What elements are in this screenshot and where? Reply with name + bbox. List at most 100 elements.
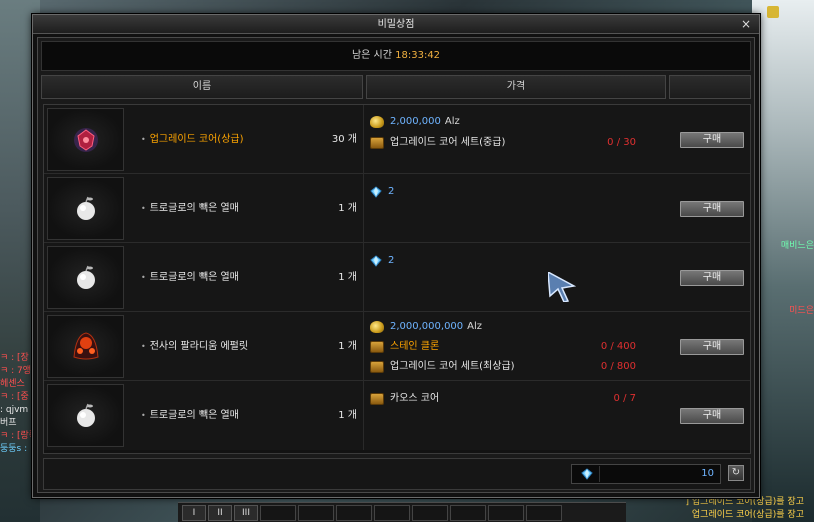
item-name-cell: 트로글로의 빽은 열매 1 개 [128, 243, 364, 312]
price-line: 카오스 코어 [370, 392, 439, 406]
price-line: 2 [370, 254, 394, 268]
material-count: 0 / 800 [600, 361, 636, 372]
buy-button[interactable]: 구매 [680, 270, 744, 286]
item-list: 업그레이드 코어(상급) 30 개 2,000,000Alz 업그레이드 코어 세트(… [43, 104, 751, 454]
hotbar-slot[interactable] [298, 505, 334, 521]
item-quantity: 1 개 [338, 341, 357, 352]
hotbar-slot[interactable] [260, 505, 296, 521]
shop-footer: 10 ↻ [43, 458, 751, 490]
shop-item-row[interactable]: 트로글로의 빽은 열매 1 개 카오스 코어 0 / 7 구매 [44, 381, 750, 450]
item-name-cell: 전사의 팔라디움 에펄릿 1 개 [128, 312, 364, 381]
hotbar-slot[interactable] [412, 505, 448, 521]
shop-item-row[interactable]: 트로글로의 빽은 열매 1 개 2 구매 [44, 174, 750, 243]
buy-button[interactable]: 구매 [680, 132, 744, 148]
system-messages: ] 업그레이드 코어(상급)를 장고 업그레이드 코어(상급)를 장고 [656, 496, 804, 522]
item-name-cell: 업그레이드 코어(상급) 30 개 [128, 105, 364, 174]
chat-line: 매비느은 [780, 241, 814, 251]
item-price-cell: 2,000,000,000 Alz 스테인 클론 0 / 400 업그레이드 코어 세트… [366, 312, 666, 381]
currency-display: 10 [571, 464, 721, 484]
chat-line: 헤센스 [0, 379, 25, 389]
chat-line [754, 266, 814, 279]
material-name: 스테인 클론 [390, 341, 440, 352]
lock-icon[interactable] [767, 6, 779, 18]
chat-log-right: 매비느은미드은 [754, 240, 814, 318]
hotbar-slot[interactable] [450, 505, 486, 521]
chat-line: 미드은 [789, 306, 814, 316]
item-name-cell: 트로글로의 빽은 열매 1 개 [128, 174, 364, 243]
alz-coin-icon [370, 321, 384, 333]
hotbar-slot[interactable] [336, 505, 372, 521]
item-price-cell: 카오스 코어 0 / 7 [366, 381, 666, 450]
material-count: 0 / 30 [607, 137, 636, 148]
hotbar-tab-3[interactable]: III [234, 505, 258, 521]
chat-line: ㅋ : [랑쪽 [0, 431, 36, 441]
price-line: 2,000,000 Alz [370, 115, 460, 129]
chat-line: : qjvm [0, 405, 29, 415]
hotbar-slot[interactable] [526, 505, 562, 521]
hotbar-tab-1[interactable]: I [182, 505, 206, 521]
material-count: 0 / 7 [613, 393, 636, 404]
hotbar: I II III [178, 502, 626, 522]
item-quantity: 1 개 [338, 203, 357, 214]
table-header: 이름 가격 [41, 75, 751, 99]
item-icon-slot[interactable] [47, 177, 124, 240]
item-name-cell: 트로글로의 빽은 열매 1 개 [128, 381, 364, 450]
shop-item-row[interactable]: 전사의 팔라디움 에펄릿 1 개 2,000,000,000Alz 스테인 클론 0 /… [44, 312, 750, 381]
white-fruit-icon [77, 403, 95, 427]
chat-line: ㅋ : 7앵 [0, 366, 32, 376]
item-price-cell: 2 [366, 243, 666, 312]
shop-item-row[interactable]: 업그레이드 코어(상급) 30 개 2,000,000Alz 업그레이드 코어 세트(… [44, 105, 750, 174]
buy-button[interactable]: 구매 [680, 339, 744, 355]
buy-button[interactable]: 구매 [680, 201, 744, 217]
treasure-chest-icon [370, 137, 384, 149]
price-line: 2,000,000,000 Alz [370, 320, 482, 334]
price-line: 업그레이드 코어 세트(중급) [370, 136, 505, 150]
item-icon-slot[interactable] [47, 108, 124, 171]
item-name: 트로글로의 빽은 열매 [141, 243, 239, 312]
white-fruit-icon [77, 196, 95, 220]
item-icon-slot[interactable] [47, 315, 124, 378]
shop-item-row[interactable]: 트로글로의 빽은 열매 1 개 2 구매 [44, 243, 750, 312]
currency-icon-slot [574, 466, 600, 482]
treasure-chest-icon [370, 361, 384, 373]
chat-line [754, 279, 814, 292]
chat-line [754, 253, 814, 266]
alz-unit: Alz [467, 321, 483, 332]
chat-line: 둥둥s : [0, 444, 28, 454]
timer-value: 18:33:42 [395, 50, 441, 61]
material-name: 카오스 코어 [390, 393, 440, 404]
alz-coin-icon [370, 116, 384, 128]
window-titlebar[interactable]: 비밀상점 × [33, 15, 759, 34]
hotbar-tab-2[interactable]: II [208, 505, 232, 521]
diamond-icon [580, 468, 593, 480]
item-price-cell: 2 [366, 174, 666, 243]
close-button[interactable]: × [739, 15, 753, 34]
hotbar-slot[interactable] [374, 505, 410, 521]
timer-label: 남은 시간 [351, 50, 392, 61]
chat-line: ㅋ : [장 [0, 353, 29, 363]
item-name: 전사의 팔라디움 에펄릿 [141, 312, 248, 381]
hotbar-slot[interactable] [488, 505, 524, 521]
item-name: 트로글로의 빽은 열매 [141, 381, 239, 450]
remaining-time-bar: 남은 시간 18:33:42 [41, 41, 751, 71]
gem-price: 2 [388, 255, 395, 266]
item-quantity: 30 개 [331, 134, 357, 145]
chat-line [754, 292, 814, 305]
item-price-cell: 2,000,000 Alz 업그레이드 코어 세트(중급) 0 / 30 [366, 105, 666, 174]
refresh-button[interactable]: ↻ [728, 465, 744, 481]
buy-button[interactable]: 구매 [680, 408, 744, 424]
item-icon-slot[interactable] [47, 384, 124, 447]
item-icon-slot[interactable] [47, 246, 124, 309]
header-name: 이름 [41, 75, 363, 99]
price-line: 업그레이드 코어 세트(최상급) [370, 360, 515, 374]
treasure-chest-icon [370, 393, 384, 405]
gem-price: 2 [388, 186, 395, 197]
mouse-cursor-icon [548, 272, 576, 302]
material-count: 0 / 400 [600, 341, 636, 352]
alz-unit: Alz [444, 116, 460, 127]
chat-line: 버프 [0, 418, 17, 428]
diamond-icon [370, 186, 382, 198]
item-name: 업그레이드 코어(상급) [141, 105, 244, 174]
material-name: 업그레이드 코어 세트(중급) [390, 137, 506, 148]
item-quantity: 1 개 [338, 410, 357, 421]
